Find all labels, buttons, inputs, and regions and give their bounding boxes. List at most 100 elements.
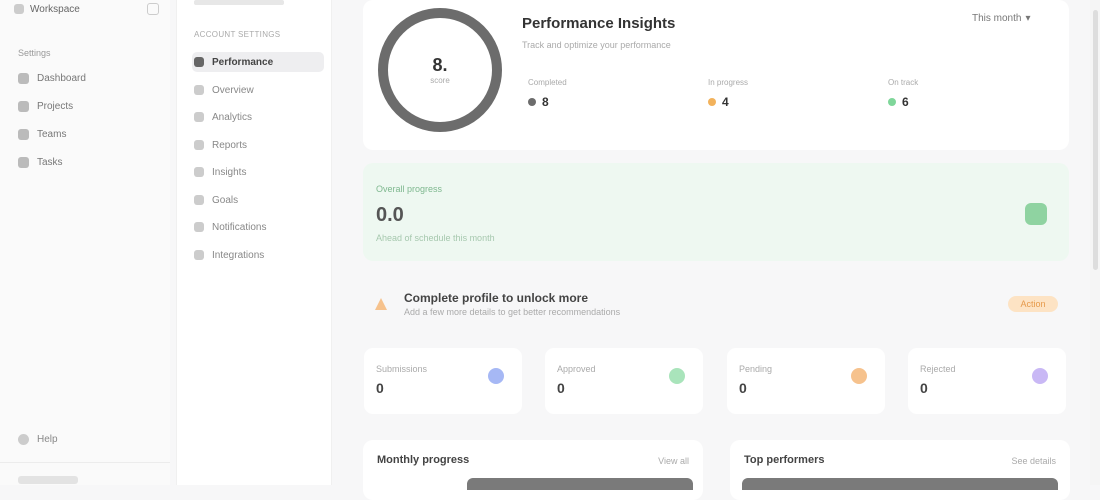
sidebar-item-label: Dashboard [37, 73, 86, 84]
settings-item-notifications[interactable]: Notifications [192, 217, 324, 237]
collapse-icon[interactable] [147, 3, 159, 15]
score-caption: score [430, 76, 450, 85]
report-icon [194, 140, 204, 150]
settings-item-label: Overview [212, 84, 254, 96]
profile-prompt-title: Complete profile to unlock more [404, 291, 589, 305]
analytics-icon [194, 112, 204, 122]
card-subtitle: Track and optimize your performance [522, 40, 671, 50]
list-icon [18, 157, 29, 168]
workspace-label: Workspace [30, 3, 80, 15]
settings-item-integrations[interactable]: Integrations [192, 245, 324, 265]
help-label: Help [37, 434, 58, 445]
scrollbar-thumb[interactable] [1093, 10, 1098, 270]
metric-card-pending[interactable]: Pending 0 [727, 348, 885, 414]
stat-on-track: On track 6 [888, 78, 918, 109]
sidebar-item-dashboard[interactable]: Dashboard [18, 73, 86, 84]
highlight-label: Overall progress [376, 184, 443, 194]
settings-panel [176, 0, 332, 485]
settings-item-analytics[interactable]: Analytics [192, 107, 324, 127]
stat-completed: Completed 8 [528, 78, 567, 109]
plug-icon [194, 250, 204, 260]
sidebar-item-label: Tasks [37, 157, 63, 168]
progress-bar [467, 478, 693, 490]
top-performers-card: Top performers See details [730, 440, 1070, 500]
folder-icon [18, 101, 29, 112]
card-title: Performance Insights [522, 15, 676, 32]
workspace-icon [14, 4, 24, 14]
metric-icon [669, 368, 685, 384]
metric-icon [488, 368, 504, 384]
highlight-value: 0.0 [376, 204, 404, 226]
settings-item-label: Insights [212, 166, 247, 178]
score-ring: 8. score [378, 8, 502, 132]
sidebar-item-label: Teams [37, 129, 67, 140]
profile-prompt-subtitle: Add a few more details to get better rec… [404, 307, 621, 317]
stat-value: 4 [722, 95, 729, 109]
warning-icon [375, 298, 387, 310]
insight-icon [194, 167, 204, 177]
metric-value: 0 [920, 380, 928, 396]
bottom-card-title: Top performers [744, 454, 825, 466]
trend-up-icon [1025, 203, 1047, 225]
settings-item-label: Goals [212, 194, 239, 206]
metric-label: Pending [739, 364, 773, 374]
metric-label: Rejected [920, 364, 956, 374]
overview-icon [194, 85, 204, 95]
metric-icon [1032, 368, 1048, 384]
highlight-subtitle: Ahead of schedule this month [376, 233, 495, 243]
sidebar-item-label: Projects [37, 101, 74, 112]
settings-item-label: Performance [212, 56, 274, 68]
settings-item-label: Analytics [212, 111, 253, 123]
settings-item-label: Integrations [212, 249, 265, 261]
sidebar-item-projects[interactable]: Projects [18, 101, 73, 112]
metric-label: Submissions [376, 364, 428, 374]
chart-icon [194, 57, 204, 67]
sidebar-item-tasks[interactable]: Tasks [18, 157, 63, 168]
progress-highlight-card [363, 163, 1069, 261]
monthly-progress-card: Monthly progress View all [363, 440, 703, 500]
metric-card-approved[interactable]: Approved 0 [545, 348, 703, 414]
metric-card-rejected[interactable]: Rejected 0 [908, 348, 1066, 414]
period-label: This month [972, 13, 1022, 24]
bottom-card-title: Monthly progress [377, 454, 470, 466]
settings-item-reports[interactable]: Reports [192, 135, 324, 155]
stat-dot [888, 98, 896, 106]
workspace-switcher[interactable]: Workspace [14, 0, 159, 18]
metric-value: 0 [739, 380, 747, 396]
view-all-link[interactable]: View all [658, 456, 689, 466]
settings-item-insights[interactable]: Insights [192, 162, 324, 182]
score-value: 8. [432, 55, 448, 75]
users-icon [18, 129, 29, 140]
settings-item-performance[interactable]: Performance [192, 52, 324, 72]
settings-item-overview[interactable]: Overview [192, 80, 324, 100]
stat-dot [708, 98, 716, 106]
stat-dot [528, 98, 536, 106]
period-dropdown[interactable]: This month ▾ [972, 13, 1031, 24]
stat-label: On track [888, 78, 919, 87]
metric-label: Approved [557, 364, 596, 374]
stat-value: 6 [902, 95, 909, 109]
see-details-link[interactable]: See details [1011, 456, 1056, 466]
sidebar-section-title: Settings [18, 48, 51, 58]
sidebar-item-teams[interactable]: Teams [18, 129, 66, 140]
help-icon [18, 434, 29, 445]
sidebar-divider [0, 462, 170, 463]
stat-label: Completed [528, 78, 567, 87]
sidebar-user[interactable] [18, 476, 78, 484]
profile-action-button[interactable]: Action [1008, 296, 1058, 312]
panel-header [194, 0, 284, 5]
settings-item-goals[interactable]: Goals [192, 190, 324, 210]
performers-bar [742, 478, 1058, 490]
metric-card-submissions[interactable]: Submissions 0 [364, 348, 522, 414]
settings-item-label: Notifications [212, 221, 267, 233]
settings-item-label: Reports [212, 139, 248, 151]
bell-icon [194, 222, 204, 232]
sidebar-help[interactable]: Help [18, 434, 58, 445]
settings-section-title: ACCOUNT SETTINGS [194, 30, 281, 39]
metric-value: 0 [557, 380, 565, 396]
metric-icon [851, 368, 867, 384]
target-icon [194, 195, 204, 205]
stat-label: In progress [708, 78, 749, 87]
metric-value: 0 [376, 380, 384, 396]
chevron-down-icon: ▾ [1025, 13, 1031, 24]
